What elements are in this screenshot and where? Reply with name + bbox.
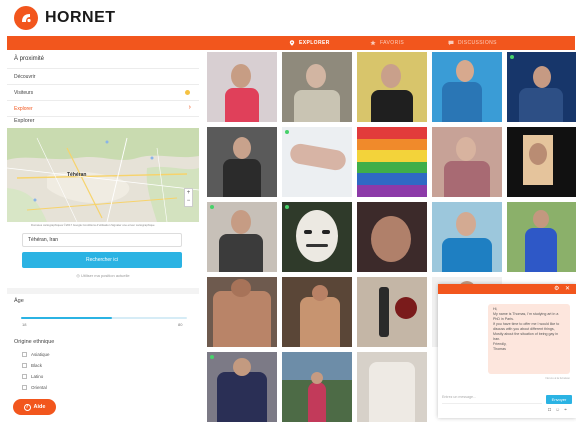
profile-tile[interactable] [357, 352, 427, 422]
profile-tile[interactable] [282, 277, 352, 347]
age-max-value: 80 [178, 322, 183, 327]
sidebar-item-visitors[interactable]: Visiteurs [7, 84, 199, 100]
location-icon[interactable]: ⌖ [564, 407, 567, 413]
map-city-label: Téhéran [67, 172, 87, 178]
location-pin-icon [289, 40, 295, 46]
profile-tile[interactable] [357, 52, 427, 122]
explore-section-title: Explorer [14, 118, 35, 124]
message-status: Non-lu à la livraison [545, 376, 570, 380]
close-icon[interactable]: ✕ [565, 285, 570, 292]
profile-tile[interactable] [282, 202, 352, 272]
tab-discussions[interactable]: DISCUSSIONS [448, 36, 497, 50]
help-button[interactable]: ? Aide [13, 399, 56, 415]
tab-favoris[interactable]: FAVORIS [370, 36, 404, 50]
map-terrain [7, 128, 199, 222]
ethnicity-option[interactable]: Black [22, 363, 42, 368]
hornet-logo-icon[interactable] [14, 6, 38, 30]
profile-tile[interactable] [507, 202, 576, 272]
profile-tile[interactable] [207, 277, 277, 347]
filter-sidebar: À proximité Découvrir Visiteurs Explorer… [7, 50, 199, 418]
profile-tile[interactable] [357, 127, 427, 197]
star-icon [370, 40, 376, 46]
tab-explorer-label: EXPLORER [299, 40, 330, 46]
search-here-button[interactable]: Rechercher ici [22, 252, 182, 268]
sidebar-item-explorer[interactable]: Explorer › [7, 100, 199, 116]
profile-tile[interactable] [282, 127, 352, 197]
sidebar-item-label: Visiteurs [14, 89, 34, 96]
profile-tile[interactable] [207, 52, 277, 122]
camera-icon[interactable]: ◘ [548, 407, 551, 413]
profile-tile[interactable] [357, 202, 427, 272]
notification-dot [185, 90, 190, 95]
checkbox[interactable] [22, 374, 27, 379]
top-header: HORNET [0, 0, 576, 35]
profile-tile[interactable] [432, 202, 502, 272]
profile-tile[interactable] [207, 352, 277, 422]
help-button-label: Aide [33, 404, 46, 410]
tab-discussions-label: DISCUSSIONS [458, 40, 497, 46]
age-min-value: 18 [22, 322, 27, 327]
ethnicity-option[interactable]: Latino [22, 374, 43, 379]
tab-explorer[interactable]: EXPLORER [289, 36, 330, 50]
sidebar-item-label: Explorer [14, 105, 33, 112]
checkbox[interactable] [22, 352, 27, 357]
map-credit: Données cartographiques ©2017 Google Con… [31, 223, 155, 227]
tab-favoris-label: FAVORIS [380, 40, 405, 46]
age-slider[interactable] [21, 317, 187, 319]
ethnicity-option[interactable]: Asiatique [22, 352, 50, 357]
main-nav: EXPLORER FAVORIS DISCUSSIONS [7, 36, 575, 50]
help-icon: ? [23, 403, 31, 411]
message-input[interactable]: Entrez un message... [442, 395, 542, 404]
sidebar-item-label: Découvrir [14, 73, 36, 80]
chat-window: ⚙ ✕ Hi, My name is Thomas, I'm studying … [438, 284, 576, 418]
profile-tile[interactable] [432, 52, 502, 122]
use-current-location-link[interactable]: ◎ Utiliser ma position actuelle [7, 273, 199, 278]
brand-name[interactable]: HORNET [45, 9, 116, 27]
zoom-out-button[interactable]: − [185, 197, 192, 205]
ethnicity-filter-title: Origine ethnique [14, 339, 55, 345]
ethnicity-option-label: Latino [31, 374, 44, 379]
checkbox[interactable] [22, 363, 27, 368]
location-map[interactable]: Téhéran + − [7, 128, 199, 222]
ethnicity-option[interactable]: Oriental [22, 385, 47, 390]
chat-message-bubble: Hi, My name is Thomas, I'm studying art … [488, 304, 570, 374]
settings-gear-icon[interactable]: ⚙ [554, 285, 559, 292]
online-indicator [210, 355, 214, 359]
nearby-title: À proximité [14, 56, 45, 62]
profile-tile[interactable] [507, 127, 576, 197]
ethnicity-option-label: Oriental [31, 385, 47, 390]
online-indicator [210, 205, 214, 209]
location-input[interactable]: Téhéran, Iran [22, 233, 182, 247]
chat-tools: ◘ ☺ ⌖ [548, 407, 567, 413]
profile-tile[interactable] [207, 127, 277, 197]
age-slider-fill [21, 317, 113, 319]
profile-tile[interactable] [207, 202, 277, 272]
online-indicator [285, 205, 289, 209]
checkbox[interactable] [22, 385, 27, 390]
chat-header: ⚙ ✕ [438, 284, 576, 294]
ethnicity-option-label: Asiatique [31, 352, 50, 357]
divider [7, 116, 199, 117]
section-divider [7, 288, 199, 294]
online-indicator [510, 55, 514, 59]
zoom-in-button[interactable]: + [185, 189, 192, 197]
age-filter-title: Âge [14, 298, 24, 304]
profile-tile[interactable] [282, 52, 352, 122]
chat-bubble-icon [448, 40, 454, 46]
profile-tile[interactable] [507, 52, 576, 122]
chevron-right-icon: › [188, 104, 191, 111]
profile-tile[interactable] [282, 352, 352, 422]
send-button[interactable]: Envoyer [546, 395, 572, 404]
profile-tile[interactable] [357, 277, 427, 347]
map-zoom-control[interactable]: + − [184, 188, 193, 207]
ethnicity-option-label: Black [31, 363, 43, 368]
sidebar-item-discover[interactable]: Découvrir [7, 68, 199, 84]
emoji-icon[interactable]: ☺ [555, 407, 560, 413]
profile-tile[interactable] [432, 127, 502, 197]
online-indicator [285, 130, 289, 134]
